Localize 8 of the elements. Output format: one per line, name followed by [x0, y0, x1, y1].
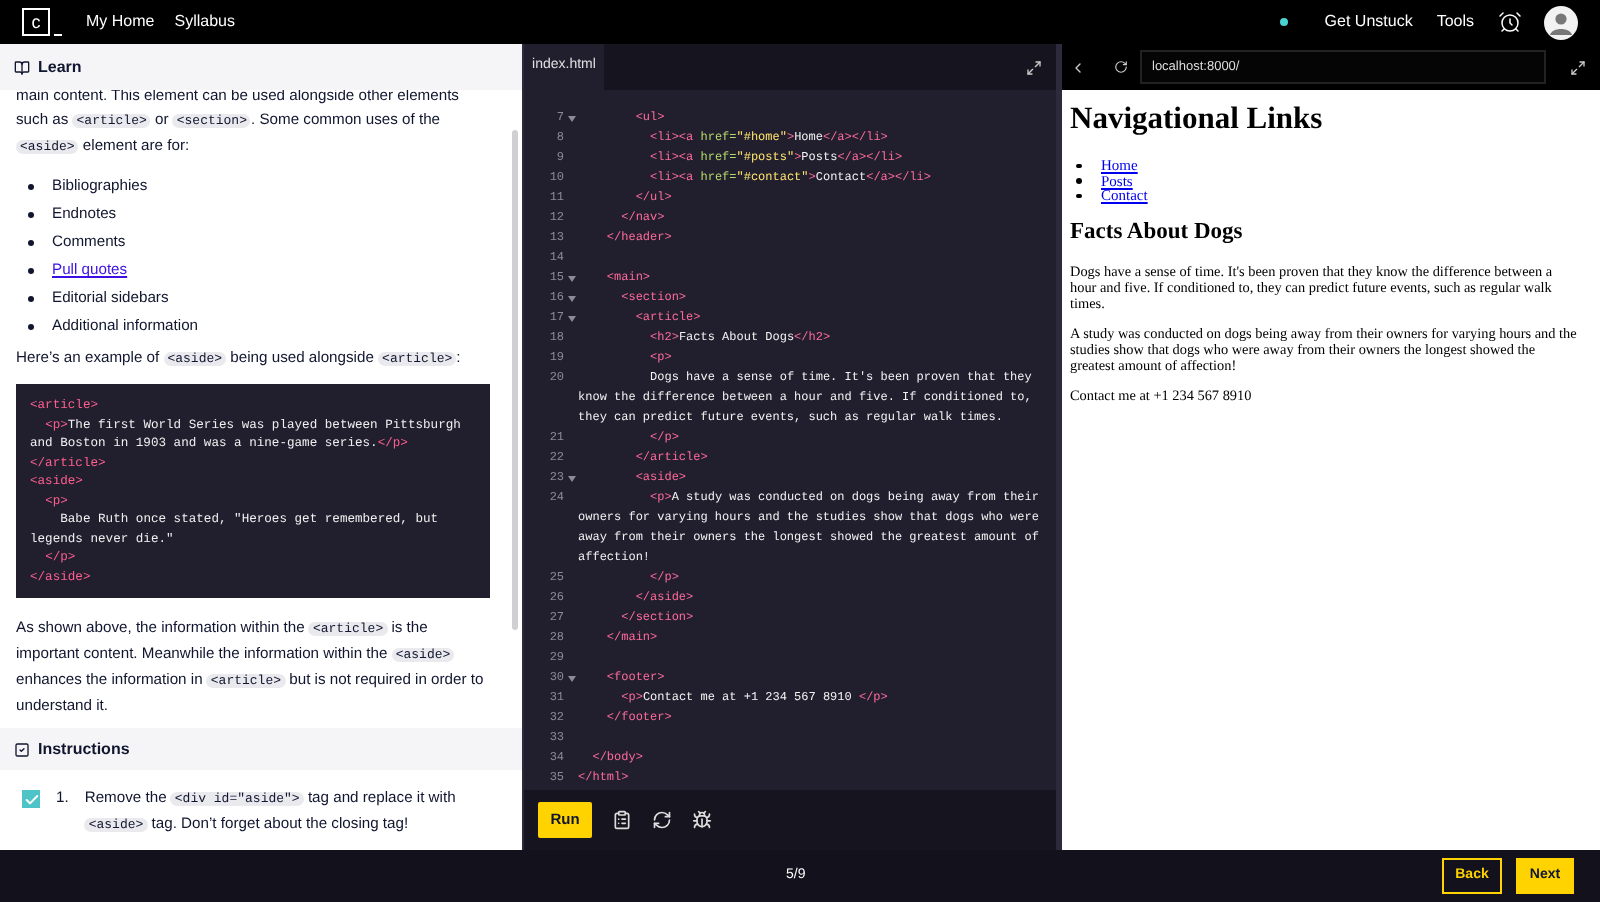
top-bar-link[interactable]: Get Unstuck — [1324, 10, 1413, 34]
learn-title: Learn — [38, 55, 82, 79]
nav-link[interactable]: Syllabus — [174, 10, 235, 34]
top-bar-link[interactable]: Tools — [1436, 10, 1474, 34]
nav-link[interactable]: My Home — [86, 10, 155, 34]
instructions-title: Instructions — [38, 737, 130, 761]
page-heading: Navigational Links — [1070, 100, 1325, 140]
page-subheading: Facts About Dogs — [1070, 217, 1245, 247]
